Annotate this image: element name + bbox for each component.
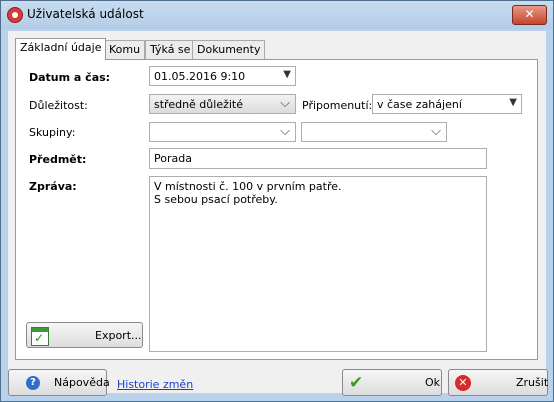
help-button[interactable]: ? Nápověda [8, 369, 110, 396]
tab-panel-basic-info: Datum a čas: 01.05.2016 9:10 ▼ Důležitos… [15, 59, 538, 360]
export-button-label: Export... [95, 329, 142, 342]
dialog-body: Základní údaje Komu Týká se Dokumenty Da… [8, 31, 546, 393]
close-button[interactable]: ✕ [512, 5, 547, 25]
help-button-label: Nápověda [54, 376, 110, 389]
importance-select[interactable]: středně důležité ⌵ [149, 94, 296, 114]
ok-button[interactable]: ✔ Ok [342, 369, 442, 396]
message-value: V místnosti č. 100 v prvním patře. S seb… [154, 180, 342, 206]
dropdown-arrow-icon: ▼ [283, 69, 291, 80]
history-link[interactable]: Historie změn [117, 378, 193, 391]
app-record-icon [7, 7, 23, 23]
datetime-value: 01.05.2016 9:10 [154, 70, 246, 83]
help-icon: ? [26, 376, 40, 390]
title-bar[interactable]: Uživatelská událost ✕ [1, 1, 553, 29]
tab-documents[interactable]: Dokumenty [192, 40, 266, 59]
tab-recipients[interactable]: Komu [104, 40, 146, 59]
chevron-down-icon: ⌵ [280, 96, 290, 111]
tab-basic-info[interactable]: Základní údaje [15, 38, 107, 60]
reminder-label: Připomenutí: [302, 99, 373, 112]
importance-value: středně důležité [154, 98, 243, 111]
tab-related-to[interactable]: Týká se [145, 40, 196, 59]
datetime-label: Datum a čas: [29, 71, 111, 84]
dropdown-arrow-icon: ▼ [509, 97, 517, 108]
checkmark-icon: ✔ [349, 373, 364, 393]
cancel-button-label: Zrušit [516, 376, 549, 389]
calendar-check-icon: ✓ [31, 327, 49, 346]
cancel-icon: ✕ [455, 375, 471, 391]
subject-label: Předmět: [29, 153, 87, 166]
cancel-button[interactable]: ✕ Zrušit [448, 369, 548, 396]
dialog-window: Uživatelská událost ✕ Základní údaje Kom… [0, 0, 554, 402]
ok-button-label: Ok [425, 376, 441, 389]
chevron-down-icon: ⌵ [280, 124, 290, 139]
group-select-1[interactable]: ⌵ [149, 122, 296, 142]
datetime-picker[interactable]: 01.05.2016 9:10 ▼ [149, 66, 296, 86]
group-select-2[interactable]: ⌵ [301, 122, 447, 142]
reminder-select[interactable]: v čase zahájení ▼ [372, 94, 522, 114]
groups-label: Skupiny: [29, 126, 76, 139]
subject-value: Porada [154, 152, 192, 165]
reminder-value: v čase zahájení [377, 98, 462, 111]
importance-label: Důležitost: [29, 99, 88, 112]
export-button[interactable]: ✓ Export... [26, 322, 143, 348]
message-textarea[interactable]: V místnosti č. 100 v prvním patře. S seb… [149, 176, 487, 352]
window-title: Uživatelská událost [27, 7, 144, 21]
chevron-down-icon: ⌵ [431, 124, 441, 139]
subject-input[interactable]: Porada [149, 148, 487, 169]
message-label: Zpráva: [29, 180, 77, 193]
